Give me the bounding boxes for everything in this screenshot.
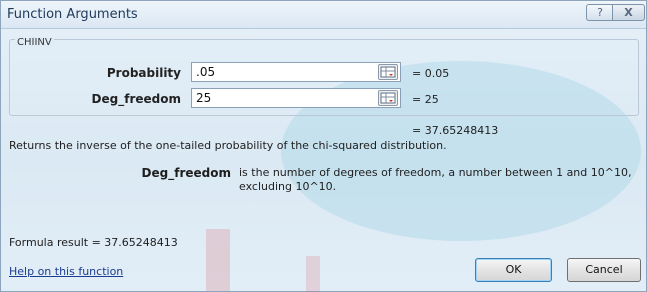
param-help-text: is the number of degrees of freedom, a n… <box>239 166 632 193</box>
collapse-dialog-icon <box>380 66 396 78</box>
function-arguments-dialog: Function Arguments ? X CHIINV Probabilit… <box>0 0 647 292</box>
arg-label-deg-freedom: Deg_freedom <box>91 92 181 106</box>
function-description: Returns the inverse of the one-tailed pr… <box>9 139 447 152</box>
function-name: CHIINV <box>15 37 54 48</box>
probability-evaluated: = 0.05 <box>412 67 450 80</box>
close-icon: X <box>624 6 633 19</box>
help-button[interactable]: ? <box>586 4 613 21</box>
collapse-dialog-button-deg-freedom[interactable] <box>378 90 398 106</box>
deg-freedom-input[interactable] <box>191 88 401 108</box>
deg-freedom-evaluated: = 25 <box>412 93 439 106</box>
collapse-dialog-button-probability[interactable] <box>378 64 398 80</box>
probability-input[interactable] <box>191 62 401 82</box>
window-title: Function Arguments <box>7 7 138 22</box>
background-decoration <box>306 256 320 292</box>
help-icon: ? <box>597 6 603 19</box>
ok-button[interactable]: OK <box>475 258 552 282</box>
arg-label-probability: Probability <box>106 66 181 80</box>
function-result-preview: = 37.65248413 <box>412 124 499 137</box>
collapse-dialog-icon <box>380 92 396 104</box>
title-bar: Function Arguments ? X <box>1 1 646 29</box>
cancel-button[interactable]: Cancel <box>567 258 641 282</box>
background-decoration <box>206 229 230 291</box>
param-help-name: Deg_freedom <box>141 166 231 180</box>
formula-result: Formula result = 37.65248413 <box>9 236 178 249</box>
help-on-function-link[interactable]: Help on this function <box>9 265 123 278</box>
close-button[interactable]: X <box>612 4 645 21</box>
